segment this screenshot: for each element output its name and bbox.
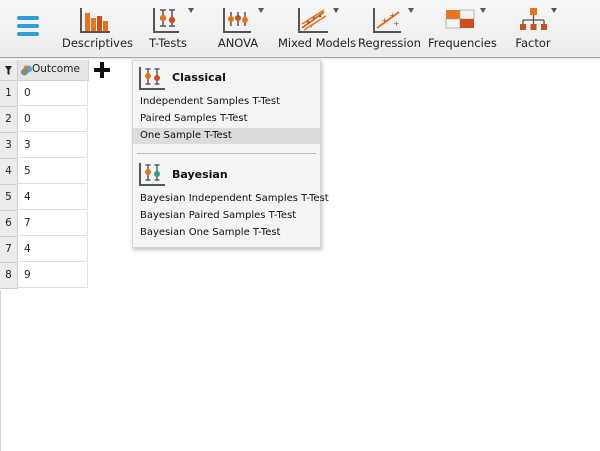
table-row: 7 4: [0, 237, 89, 263]
table-row: 8 9: [0, 263, 89, 289]
anova-icon: [223, 8, 251, 33]
anova-label: ANOVA: [217, 36, 259, 50]
row-number: 5: [0, 185, 18, 211]
menu-item-bayesian-one-sample-t-test[interactable]: Bayesian One Sample T-Test: [133, 225, 320, 241]
add-column-button[interactable]: [92, 60, 112, 80]
regression-button[interactable]: + + + Regression: [358, 0, 421, 57]
row-number: 2: [0, 107, 18, 133]
table-row: 6 7: [0, 211, 89, 237]
menu-separator: [137, 153, 316, 154]
bayesian-section-title: Bayesian: [172, 168, 228, 181]
t-tests-button[interactable]: T-Tests: [140, 0, 196, 57]
svg-text:+: +: [393, 19, 400, 28]
filter-column-header[interactable]: [0, 60, 18, 81]
row-number: 7: [0, 237, 18, 263]
mixed-models-dropdown-arrow-icon: [333, 8, 339, 13]
data-cell[interactable]: 4: [18, 237, 88, 262]
menu-hamburger-icon[interactable]: [17, 14, 39, 38]
table-row: 3 3: [0, 133, 89, 159]
table-row: 1 0: [0, 81, 89, 107]
menu-item-paired-samples-t-test[interactable]: Paired Samples T-Test: [133, 111, 320, 127]
factor-button[interactable]: Factor: [505, 0, 561, 57]
descriptives-label: Descriptives: [62, 36, 134, 50]
t-tests-dropdown-arrow-icon: [188, 8, 194, 13]
row-number: 8: [0, 263, 18, 289]
menu-item-bayesian-independent-samples-t-test[interactable]: Bayesian Independent Samples T-Test: [133, 191, 329, 207]
filter-funnel-icon: [5, 66, 12, 75]
classical-section-title: Classical: [172, 71, 226, 84]
data-cell[interactable]: 0: [18, 107, 88, 132]
grid-left-border: [0, 290, 1, 451]
column-header-outcome[interactable]: Outcome: [18, 60, 89, 81]
data-cell[interactable]: 9: [18, 263, 88, 288]
mixed-models-button[interactable]: Mixed Models: [278, 0, 357, 57]
bayesian-t-test-icon: [139, 163, 165, 186]
t-tests-dropdown-menu: Classical Independent Samples T-Test Pai…: [132, 60, 329, 248]
mixed-models-icon: [298, 8, 328, 33]
row-number: 1: [0, 81, 18, 107]
row-number: 4: [0, 159, 18, 185]
data-cell[interactable]: 4: [18, 185, 88, 210]
anova-dropdown-arrow-icon: [258, 8, 264, 13]
data-cell[interactable]: 5: [18, 159, 88, 184]
data-cell[interactable]: 3: [18, 133, 88, 158]
descriptives-bar-chart-icon: [80, 8, 110, 33]
column-name: Outcome: [32, 63, 80, 75]
data-cell[interactable]: 0: [18, 81, 88, 106]
t-tests-icon: [153, 8, 179, 33]
regression-label: Regression: [358, 36, 421, 50]
ribbon-toolbar: Descriptives T-Tests ANOVA Mixed Models …: [0, 0, 600, 58]
frequencies-icon: [445, 9, 475, 29]
menu-item-independent-samples-t-test[interactable]: Independent Samples T-Test: [133, 94, 320, 110]
table-row: 4 5: [0, 159, 89, 185]
plus-icon: [94, 62, 110, 78]
data-cell[interactable]: 7: [18, 211, 88, 236]
frequencies-dropdown-arrow-icon: [480, 8, 486, 13]
descriptives-button[interactable]: Descriptives: [62, 0, 134, 57]
factor-dropdown-arrow-icon: [551, 8, 557, 13]
regression-dropdown-arrow-icon: [408, 8, 414, 13]
t-tests-label: T-Tests: [149, 36, 187, 50]
mixed-models-label: Mixed Models: [278, 36, 357, 50]
classical-t-test-icon: [139, 67, 165, 90]
menu-item-one-sample-t-test[interactable]: One Sample T-Test: [133, 128, 320, 144]
anova-button[interactable]: ANOVA: [210, 0, 266, 57]
factor-label: Factor: [515, 36, 551, 50]
table-row: 2 0: [0, 107, 89, 133]
svg-text:+: +: [381, 16, 388, 25]
menu-item-bayesian-paired-samples-t-test[interactable]: Bayesian Paired Samples T-Test: [133, 208, 320, 224]
regression-icon: + + +: [373, 8, 401, 33]
factor-icon: [520, 8, 547, 30]
row-number: 3: [0, 133, 18, 159]
table-row: 5 4: [0, 185, 89, 211]
frequencies-button[interactable]: Frequencies: [428, 0, 497, 57]
frequencies-label: Frequencies: [428, 36, 497, 50]
row-number: 6: [0, 211, 18, 237]
